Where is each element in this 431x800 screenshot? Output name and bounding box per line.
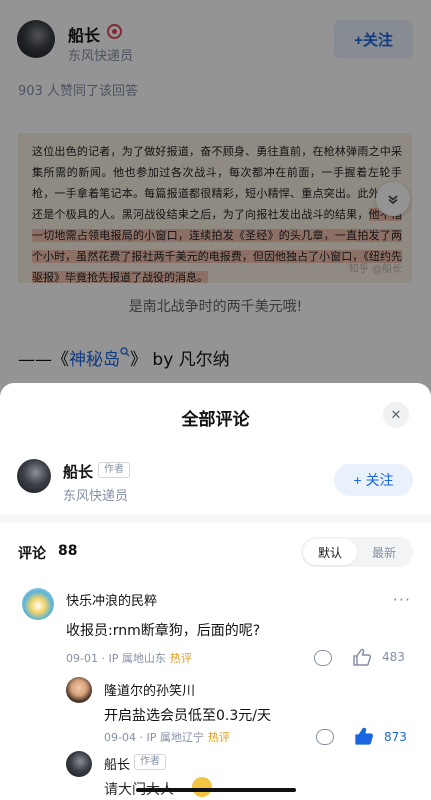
sort-latest[interactable]: 最新 [357, 539, 411, 565]
like-count: 483 [382, 650, 405, 664]
like-thumb-filled-icon[interactable] [354, 727, 374, 745]
comment-text: 开启盐选会员低至0.3元/天 [104, 708, 271, 724]
comment-count-label: 评论 [18, 546, 46, 562]
sheet-author-row: 船长 作者 东风快递员 + 关注 [0, 455, 431, 510]
sort-default[interactable]: 默认 [303, 539, 357, 565]
like-thumb-icon[interactable] [352, 648, 372, 666]
comment-meta: 09-01 · IP 属地山东 热评 [66, 652, 192, 665]
sort-toggle: 默认 最新 [301, 537, 413, 567]
author-tag: 作者 [134, 754, 166, 770]
comment-author[interactable]: 船长 [104, 754, 130, 773]
comment-text: 收报员:rnm断章狗，后面的呢? [66, 623, 261, 639]
comment-meta: 09-04 · IP 属地辽宁 热评 [104, 731, 230, 744]
comment-item: 快乐冲浪的民粹 ··· 收报员:rnm断章狗，后面的呢? 09-01 · IP … [0, 584, 431, 674]
divider [0, 515, 431, 523]
close-icon[interactable]: ✕ [383, 402, 409, 428]
sheet-author-subtitle: 东风快递员 [63, 489, 129, 504]
comments-sheet: 全部评论 ✕ 船长 作者 东风快递员 + 关注 评论 88 默认 最新 快乐冲浪… [0, 383, 431, 800]
emoji-icon [192, 777, 212, 797]
comment-item: 隆道尔的孙笑川 开启盐选会员低至0.3元/天 09-04 · IP 属地辽宁 热评… [0, 675, 431, 745]
author-tag: 作者 [98, 462, 130, 478]
reply-bubble-icon[interactable] [314, 650, 332, 666]
reply-bubble-icon[interactable] [316, 729, 334, 745]
comment-count: 88 [58, 543, 78, 559]
sheet-follow-button[interactable]: + 关注 [334, 464, 413, 496]
comment-location: IP 属地辽宁 [146, 731, 204, 744]
avatar[interactable] [66, 677, 92, 703]
avatar[interactable] [66, 751, 92, 777]
comment-location: IP 属地山东 [108, 652, 166, 665]
like-count: 873 [384, 730, 407, 744]
comment-date: 09-01 [66, 652, 98, 665]
sheet-title: 全部评论 [181, 410, 250, 430]
comment-date: 09-04 [104, 731, 136, 744]
comment-author[interactable]: 快乐冲浪的民粹 [66, 590, 157, 609]
hot-badge: 热评 [169, 652, 192, 665]
more-options-icon[interactable]: ··· [393, 590, 411, 609]
home-indicator[interactable] [136, 788, 296, 792]
comment-item: 船长 作者 请大门大人 [0, 749, 431, 800]
sheet-author-name[interactable]: 船长 [63, 461, 93, 482]
avatar[interactable] [17, 459, 51, 493]
hot-badge: 热评 [207, 731, 230, 744]
comment-count-row: 评论 88 默认 最新 [0, 535, 431, 569]
avatar[interactable] [22, 588, 54, 620]
comment-author[interactable]: 隆道尔的孙笑川 [104, 680, 195, 699]
